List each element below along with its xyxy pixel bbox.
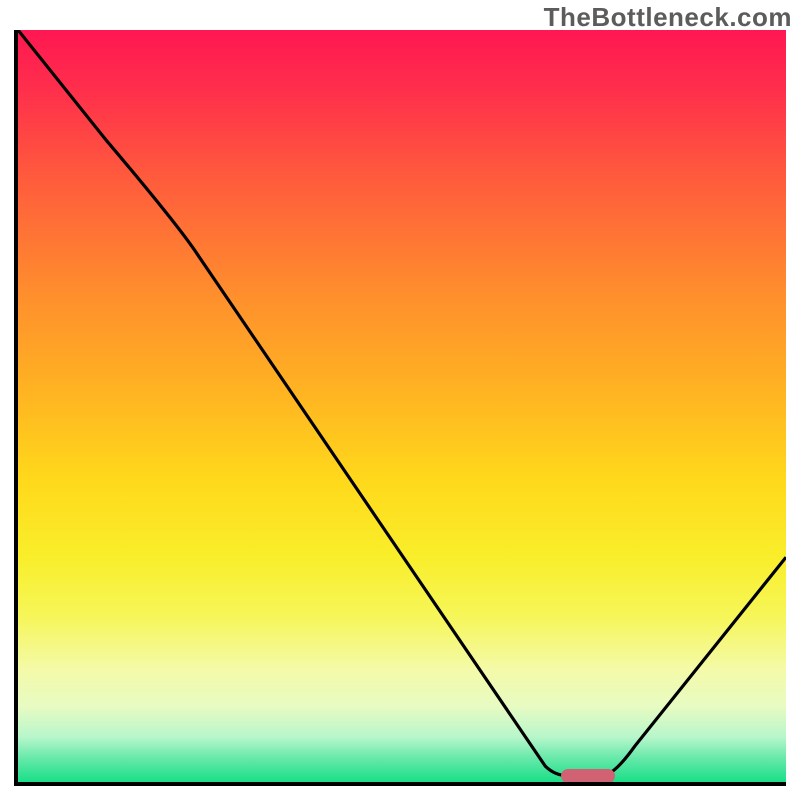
optimal-marker [561,769,615,783]
curve-svg [18,30,786,782]
bottleneck-curve-path [18,30,786,776]
chart-container: TheBottleneck.com [0,0,800,800]
plot-area [14,30,786,786]
watermark-text: TheBottleneck.com [544,2,792,33]
